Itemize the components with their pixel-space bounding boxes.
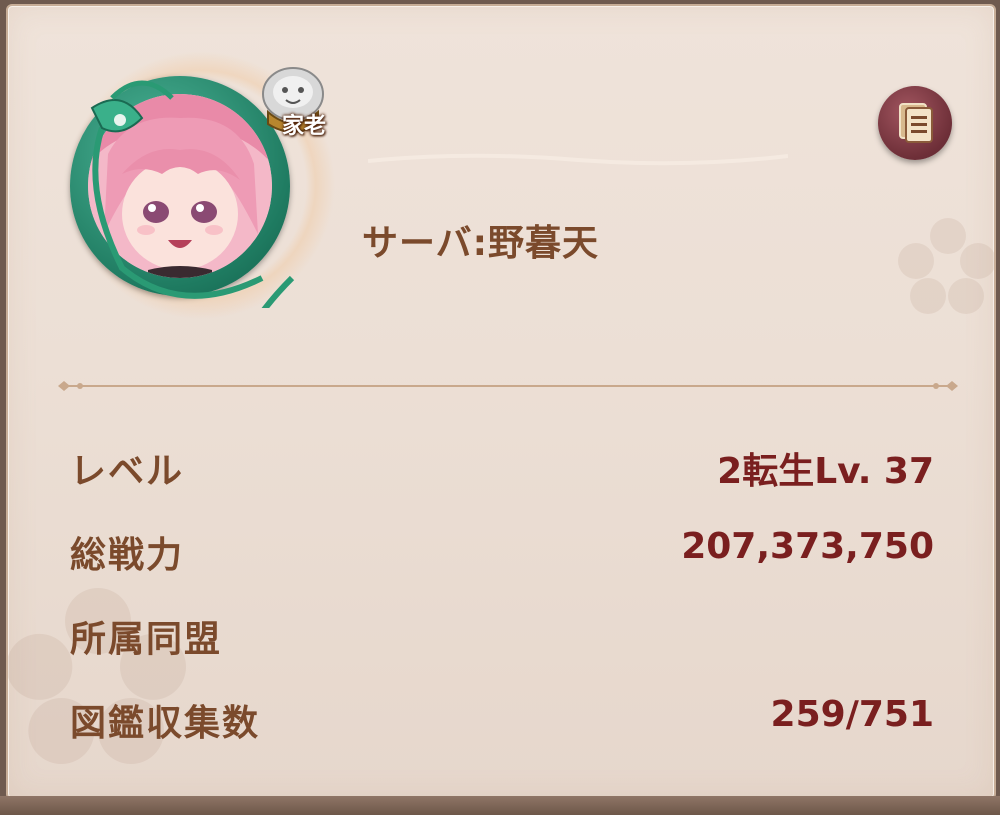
- flower-decoration-icon: [8, 588, 186, 764]
- server-label: サーバ:野暮天: [362, 223, 600, 264]
- bottom-frame: [0, 796, 1000, 815]
- stat-label: 所属同盟: [70, 619, 223, 660]
- stat-value: 259/751: [770, 694, 934, 735]
- stat-label: 図鑑収集数: [70, 703, 261, 744]
- document-button[interactable]: [878, 86, 952, 160]
- profile-panel: 家老 サーバ:野暮天 レベル 2転生Lv. 37 総戦力 207,373,750…: [6, 4, 996, 800]
- avatar[interactable]: 家老: [48, 46, 348, 326]
- stat-value: 2転生Lv. 37: [717, 451, 934, 492]
- section-divider: [58, 381, 958, 391]
- wave-decoration: [368, 153, 788, 166]
- stat-label: 総戦力: [70, 535, 185, 576]
- flower-decoration-icon: [898, 218, 994, 314]
- stat-label: レベル: [70, 451, 185, 492]
- stat-value: 207,373,750: [681, 526, 934, 567]
- rank-badge-label: 家老: [281, 114, 326, 139]
- document-list-icon: [899, 103, 933, 143]
